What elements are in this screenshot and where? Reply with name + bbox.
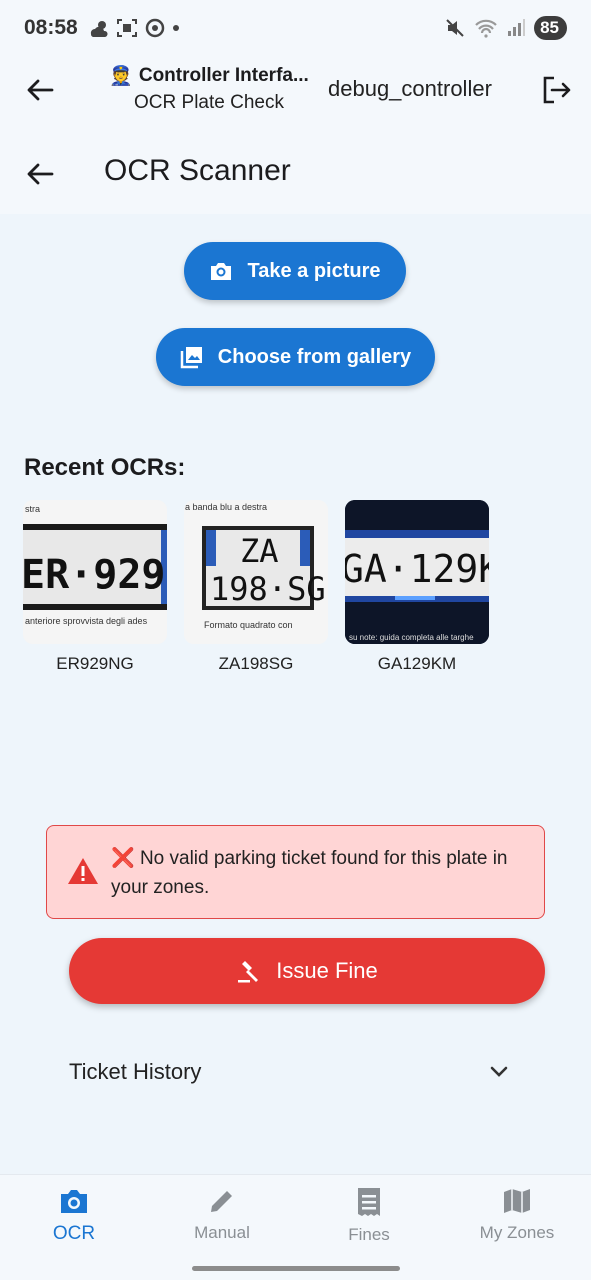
wifi-icon <box>475 19 497 38</box>
status-right: 85 <box>444 16 567 40</box>
gavel-icon <box>238 961 259 983</box>
alert-message: ❌ No valid parking ticket found for this… <box>111 844 521 902</box>
nav-item-my-zones[interactable]: My Zones <box>443 1187 591 1257</box>
photo-text: 198·SG <box>210 570 326 608</box>
plate-image-3: GA·129KM su note: guida completa alle ta… <box>345 500 489 644</box>
app-title-block: 👮 Controller Interfa... OCR Plate Check <box>104 64 314 114</box>
status-left: 08:58 <box>24 16 180 40</box>
pencil-icon <box>211 1191 232 1212</box>
nav-label-ocr: OCR <box>52 1223 96 1244</box>
bottom-navigation: OCR Manual Fines My Zones <box>0 1174 591 1280</box>
photo-text: Formato quadrato con <box>204 620 293 630</box>
screenshot-icon <box>116 19 137 37</box>
nav-item-fines[interactable]: Fines <box>295 1187 443 1257</box>
app-subtitle: OCR Plate Check <box>134 92 284 113</box>
chevron-down-icon <box>490 1066 508 1077</box>
back-arrow-icon[interactable] <box>24 158 56 190</box>
logout-icon[interactable] <box>540 74 572 106</box>
gallery-icon <box>180 347 202 369</box>
alert-text: No valid parking ticket found for this p… <box>111 848 508 898</box>
ticket-history-expander[interactable]: Ticket History <box>69 1054 509 1090</box>
map-icon <box>504 1189 530 1213</box>
photo-text: anteriore sprovvista degli ades <box>25 616 148 626</box>
battery-indicator: 85 <box>534 16 567 40</box>
choose-gallery-button[interactable]: Choose from gallery <box>156 328 435 386</box>
photo-text: a banda blu a destra <box>185 502 267 512</box>
camera-icon <box>61 1190 87 1213</box>
photo-text: ZA <box>240 532 279 570</box>
recent-ocrs-title: Recent OCRs: <box>24 454 186 481</box>
nav-item-ocr[interactable]: OCR <box>0 1187 148 1257</box>
recent-ocr-thumb[interactable]: a banda blu a destra ZA 198·SG Formato q… <box>184 500 328 644</box>
mute-icon <box>446 19 464 37</box>
home-indicator[interactable] <box>192 1266 400 1271</box>
photo-text: su note: guida completa alle targhe <box>349 633 474 642</box>
camera-icon <box>211 263 232 280</box>
photo-text: GA·129KM <box>345 547 489 591</box>
recent-ocr-thumb[interactable]: GA·129KM su note: guida completa alle ta… <box>345 500 489 644</box>
warning-icon <box>68 858 98 884</box>
police-emoji-icon: 👮 <box>109 66 133 87</box>
photo-text: ER·929NG <box>23 552 167 598</box>
photo-text: stra <box>25 504 40 514</box>
settings-status-icon <box>145 18 164 38</box>
plate-image-1: stra ER·929NG anteriore sprovvista degli… <box>23 500 167 644</box>
plate-image-2: a banda blu a destra ZA 198·SG Formato q… <box>184 500 328 644</box>
app-title-text: Controller Interfa... <box>138 65 309 86</box>
choose-gallery-label: Choose from gallery <box>217 345 412 368</box>
take-picture-button[interactable]: Take a picture <box>184 242 406 300</box>
receipt-icon <box>358 1188 380 1216</box>
app-title: 👮 Controller Interfa... <box>104 64 314 88</box>
nav-label-my-zones: My Zones <box>479 1223 555 1242</box>
cross-mark-icon: ❌ <box>111 848 135 869</box>
nav-item-manual[interactable]: Manual <box>148 1187 296 1257</box>
recent-ocr-thumb[interactable]: stra ER·929NG anteriore sprovvista degli… <box>23 500 167 644</box>
recent-ocr-label: ER929NG <box>56 654 134 673</box>
screen-header: OCR Scanner <box>0 124 591 214</box>
weather-icon <box>90 21 108 37</box>
signal-icon <box>508 19 526 36</box>
issue-fine-label: Issue Fine <box>276 958 378 983</box>
status-time: 08:58 <box>24 16 78 39</box>
user-name: debug_controller <box>328 76 492 101</box>
dot-icon <box>172 25 179 31</box>
status-icons <box>88 17 180 39</box>
recent-ocr-label: GA129KM <box>377 654 457 673</box>
nav-label-manual: Manual <box>194 1223 250 1242</box>
battery-level: 85 <box>540 18 559 37</box>
status-bar: 08:58 85 <box>0 0 591 56</box>
back-arrow-icon[interactable] <box>24 74 56 106</box>
no-ticket-alert: ❌ No valid parking ticket found for this… <box>46 825 545 919</box>
recent-ocr-label: ZA198SG <box>218 654 294 673</box>
app-bar: 👮 Controller Interfa... OCR Plate Check … <box>0 56 591 124</box>
page-title: OCR Scanner <box>104 154 291 187</box>
nav-label-fines: Fines <box>348 1225 390 1244</box>
issue-fine-button[interactable]: Issue Fine <box>69 938 545 1004</box>
main-content: Take a picture Choose from gallery Recen… <box>0 214 591 1174</box>
ticket-history-label: Ticket History <box>69 1059 202 1084</box>
take-picture-label: Take a picture <box>247 259 381 282</box>
